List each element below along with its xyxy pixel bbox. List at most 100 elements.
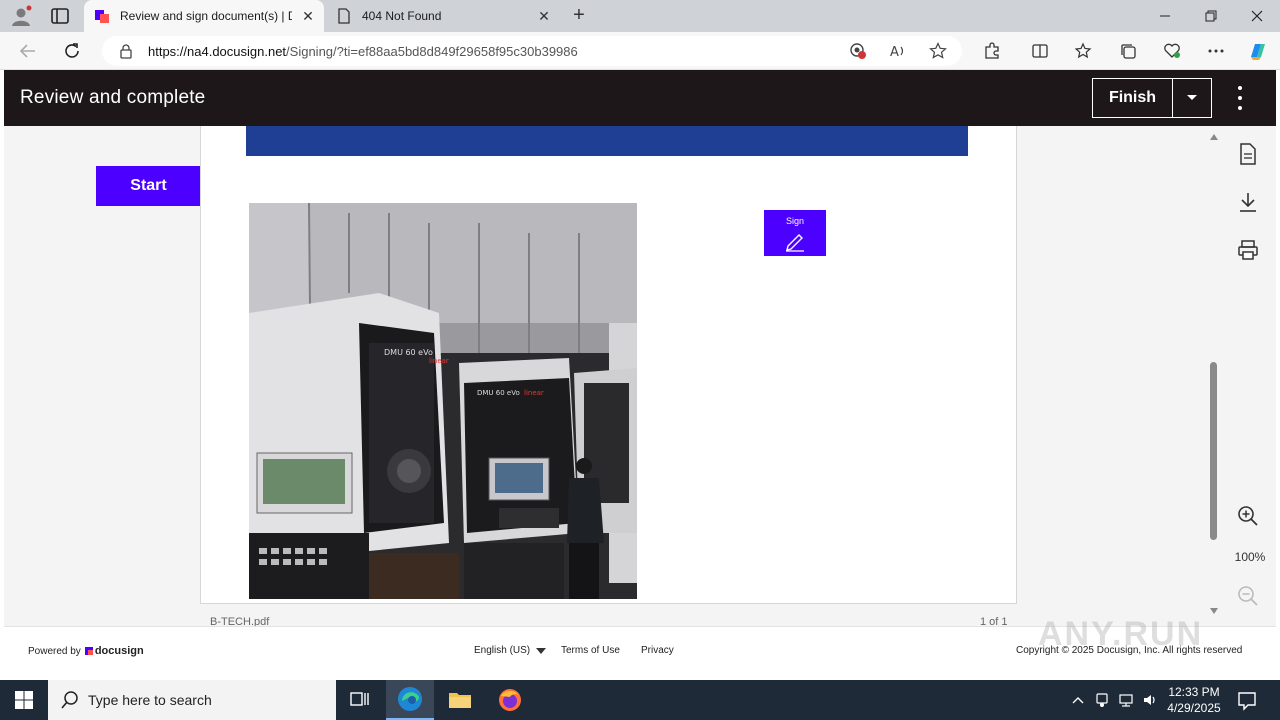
- tab-404[interactable]: 404 Not Found ✕: [326, 0, 560, 32]
- copilot-button[interactable]: [1246, 39, 1270, 63]
- taskbar-firefox[interactable]: [486, 680, 534, 720]
- restore-icon: [1205, 10, 1217, 22]
- notification-icon[interactable]: [1236, 690, 1258, 712]
- close-tab-icon[interactable]: ✕: [300, 8, 316, 24]
- refresh-button[interactable]: [60, 39, 84, 63]
- download-button[interactable]: [1236, 190, 1260, 214]
- heart-pulse-icon: [1164, 43, 1180, 58]
- page-footer: Powered by docusign English (US) Terms o…: [4, 615, 1276, 680]
- favorites-button[interactable]: [1072, 39, 1096, 63]
- zoom-level: 100%: [1234, 550, 1266, 564]
- privacy-link[interactable]: Privacy: [641, 645, 674, 656]
- firefox-icon: [499, 689, 521, 711]
- machine-label: DMU 60 eVo: [384, 348, 433, 357]
- minimize-button[interactable]: [1142, 0, 1188, 32]
- new-tab-button[interactable]: +: [568, 5, 590, 27]
- printer-icon: [1238, 240, 1258, 260]
- network-icon[interactable]: [1116, 690, 1136, 710]
- language-label: English (US): [474, 645, 531, 656]
- dot: [1238, 106, 1242, 110]
- machine-label: DMU 60 eVo: [477, 389, 520, 397]
- print-button[interactable]: [1236, 238, 1260, 262]
- language-selector[interactable]: English (US): [474, 645, 547, 656]
- collections-button[interactable]: [1116, 39, 1140, 63]
- brand-text: docusign: [94, 645, 144, 657]
- edge-icon: [398, 687, 422, 711]
- close-window-button[interactable]: [1234, 0, 1280, 32]
- split-screen-button[interactable]: [1028, 39, 1052, 63]
- split-screen-icon: [1032, 44, 1048, 58]
- start-button[interactable]: Start: [96, 166, 201, 206]
- machine-brand: linear: [524, 389, 544, 397]
- url-text[interactable]: https://na4.docusign.net/Signing/?ti=ef8…: [148, 44, 578, 59]
- sign-here-tab[interactable]: Sign: [764, 210, 826, 256]
- refresh-icon: [65, 43, 79, 58]
- page-icon: [338, 8, 350, 24]
- clock-date: 4/29/2025: [1167, 701, 1221, 715]
- back-arrow-icon: [19, 44, 35, 58]
- browser-toolbar: https://na4.docusign.net/Signing/?ti=ef8…: [0, 32, 1280, 70]
- scroll-thumb[interactable]: [1210, 362, 1217, 540]
- windows-taskbar: Type here to search 12:33 PM 4/29/2025: [0, 680, 1280, 720]
- lock-icon[interactable]: [118, 43, 134, 59]
- tab-review-sign[interactable]: Review and sign document(s) | D ✕: [84, 0, 324, 32]
- zoom-in-button[interactable]: [1236, 504, 1260, 528]
- zoom-out-icon: [1238, 586, 1258, 606]
- network-drive-icon[interactable]: [1092, 690, 1112, 710]
- zoom-out-button[interactable]: [1236, 584, 1260, 608]
- copilot-icon: [1251, 44, 1265, 60]
- taskbar-search[interactable]: Type here to search: [48, 680, 336, 720]
- view-document-button[interactable]: [1236, 142, 1260, 166]
- document-viewer: Start DMU 60 eVo linear DMU 60 eVo linea…: [4, 126, 1276, 628]
- download-icon: [1240, 193, 1256, 212]
- zoom-in-icon: [1238, 506, 1258, 526]
- favorites-icon: [1075, 42, 1092, 59]
- header-band: [246, 126, 968, 156]
- finish-button[interactable]: Finish: [1092, 78, 1173, 118]
- scroll-down-arrow[interactable]: [1210, 608, 1218, 614]
- chevron-up-icon: [1072, 697, 1084, 704]
- read-aloud-icon[interactable]: A: [888, 41, 908, 61]
- minimize-icon: [1160, 15, 1170, 17]
- favorite-star-icon[interactable]: [928, 41, 948, 61]
- url-host: https://na4.docusign.net: [148, 44, 287, 59]
- restore-button[interactable]: [1188, 0, 1234, 32]
- taskbar-file-explorer[interactable]: [436, 680, 484, 720]
- search-icon: [61, 691, 78, 709]
- start-menu-button[interactable]: [0, 680, 48, 720]
- finish-options-button[interactable]: [1172, 78, 1212, 118]
- scroll-up-arrow[interactable]: [1210, 134, 1218, 140]
- more-horizontal-icon: [1208, 49, 1224, 53]
- chevron-down-icon: [1187, 95, 1197, 100]
- watermark: ANY.RUN: [1038, 615, 1204, 653]
- chevron-down-icon: [536, 647, 547, 654]
- pen-icon: [786, 234, 804, 252]
- terms-link[interactable]: Terms of Use: [561, 645, 620, 656]
- address-bar[interactable]: https://na4.docusign.net/Signing/?ti=ef8…: [102, 36, 962, 66]
- docusign-logo-icon: [84, 647, 93, 655]
- task-view-button[interactable]: [336, 680, 384, 720]
- search-placeholder: Type here to search: [88, 692, 212, 708]
- powered-by-label: Powered by: [28, 645, 81, 657]
- taskbar-edge[interactable]: [386, 680, 434, 720]
- dot: [1238, 86, 1242, 90]
- puzzle-icon: [985, 42, 999, 59]
- machine-brand: linear: [429, 357, 449, 365]
- volume-icon[interactable]: [1140, 690, 1160, 710]
- system-clock[interactable]: 12:33 PM 4/29/2025: [1160, 684, 1228, 716]
- show-hidden-icons[interactable]: [1068, 690, 1088, 710]
- profile-icon[interactable]: [10, 5, 32, 27]
- document-page: DMU 60 eVo linear DMU 60 eVo linear Sign: [200, 126, 1017, 604]
- tracking-prevention-icon[interactable]: [848, 41, 868, 61]
- more-options-button[interactable]: [1230, 84, 1250, 112]
- tab-actions-icon[interactable]: [50, 7, 70, 25]
- back-button[interactable]: [16, 39, 40, 63]
- dot: [1238, 96, 1242, 100]
- settings-more-button[interactable]: [1204, 39, 1228, 63]
- close-tab-icon[interactable]: ✕: [536, 8, 552, 24]
- extensions-button[interactable]: [980, 39, 1004, 63]
- windows-logo-icon: [15, 691, 33, 709]
- document-scrollbar[interactable]: [1206, 126, 1222, 622]
- task-view-icon: [350, 692, 369, 706]
- browser-essentials-button[interactable]: [1160, 39, 1184, 63]
